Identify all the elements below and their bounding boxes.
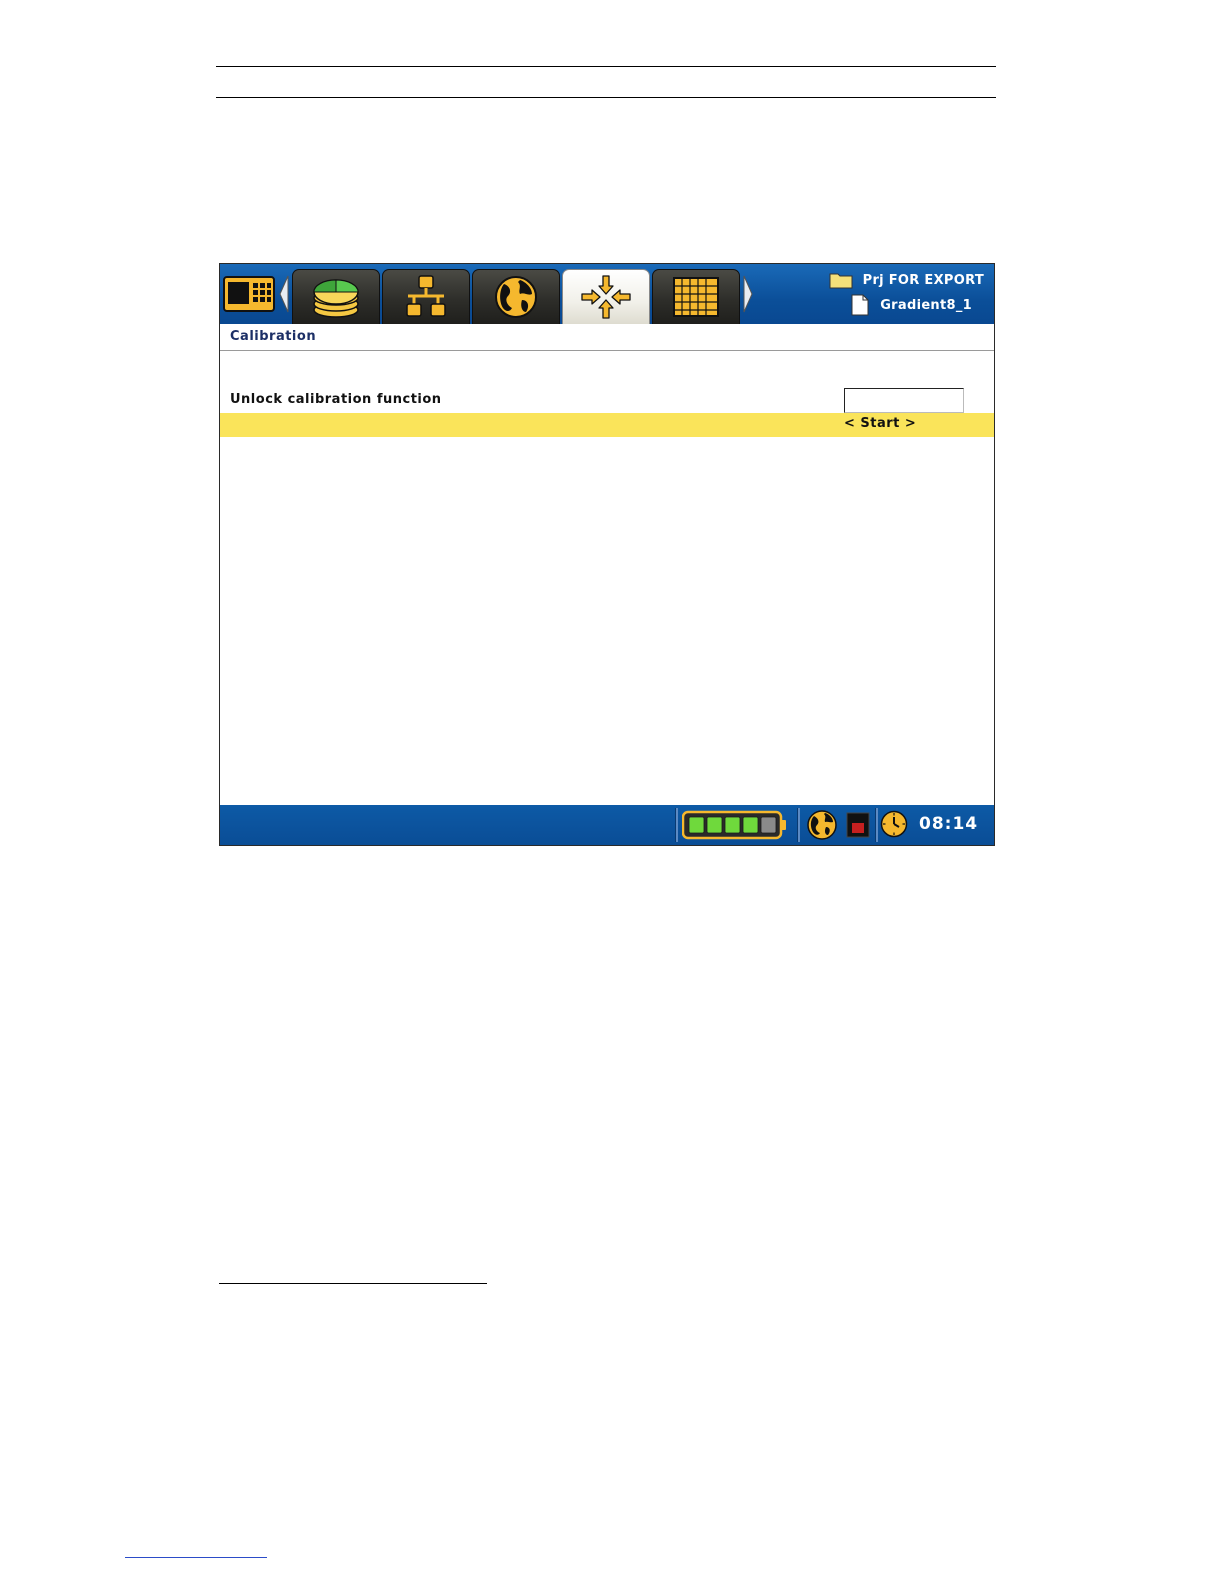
tab-grid[interactable] — [652, 269, 740, 324]
start-button[interactable]: < Start > — [844, 416, 916, 431]
project-file-row[interactable]: Gradient8_1 — [850, 294, 972, 316]
section-title: Calibration — [230, 329, 317, 344]
project-folder-row[interactable]: Prj FOR EXPORT — [829, 271, 984, 289]
scroll-right-arrow-icon[interactable] — [742, 274, 754, 314]
footer-link-underline — [125, 1557, 267, 1558]
battery-cell — [742, 816, 759, 834]
globe-icon — [495, 276, 537, 318]
clock-icon — [880, 810, 908, 838]
project-info: Prj FOR EXPORT Gradient8_1 — [814, 270, 984, 318]
scroll-left-arrow-icon[interactable] — [278, 274, 290, 314]
status-separator — [675, 808, 678, 842]
network-icon — [406, 275, 446, 317]
recording-indicator-icon — [846, 812, 870, 838]
status-separator — [875, 808, 878, 842]
database-pie-icon — [313, 279, 359, 318]
gps-globe-icon[interactable] — [806, 809, 838, 841]
calibration-arrows-icon — [581, 275, 631, 319]
tab-database[interactable] — [292, 269, 380, 324]
status-time: 08:14 — [919, 814, 979, 834]
page-header-rule-top — [216, 66, 996, 67]
battery-cell — [688, 816, 705, 834]
unlock-calibration-input[interactable] — [844, 388, 964, 413]
section-header: Calibration — [220, 324, 994, 351]
battery-cell — [706, 816, 723, 834]
page-header-rule-bottom — [216, 97, 996, 98]
battery-cell — [760, 816, 777, 834]
top-toolbar: Prj FOR EXPORT Gradient8_1 — [220, 264, 994, 324]
tab-calibration[interactable] — [562, 269, 650, 324]
tab-network[interactable] — [382, 269, 470, 324]
status-separator — [797, 808, 800, 842]
footnote-rule — [219, 1283, 487, 1284]
unlock-calibration-label: Unlock calibration function — [230, 392, 442, 407]
tab-globe[interactable] — [472, 269, 560, 324]
battery-icon — [682, 810, 786, 840]
device-screen: Prj FOR EXPORT Gradient8_1 Calibration U… — [219, 263, 995, 846]
status-bar: 08:14 — [220, 805, 994, 845]
document-icon — [851, 294, 869, 316]
battery-cell — [724, 816, 741, 834]
grid-icon — [673, 277, 719, 317]
project-folder-name: Prj FOR EXPORT — [862, 272, 984, 288]
main-menu-icon[interactable] — [223, 272, 275, 316]
project-file-name: Gradient8_1 — [880, 297, 972, 313]
folder-icon — [829, 273, 853, 289]
